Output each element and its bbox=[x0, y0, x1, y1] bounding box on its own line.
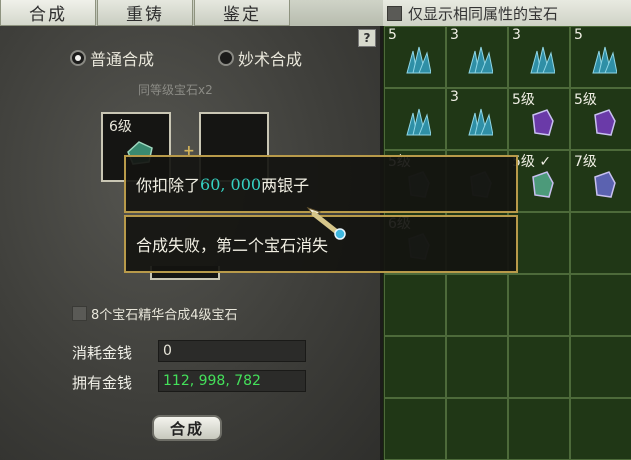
filter-label: 仅显示相同属性的宝石 bbox=[408, 4, 559, 23]
slot-count: 3 bbox=[450, 89, 459, 105]
inventory-slot[interactable]: 5级 bbox=[570, 88, 631, 150]
green-gem-icon bbox=[532, 171, 554, 198]
inventory-slot[interactable]: 3 bbox=[508, 26, 570, 88]
blue-gem-icon bbox=[406, 108, 431, 136]
slot-count: 5级 bbox=[512, 92, 535, 108]
slot-count: 5 bbox=[574, 27, 583, 43]
essence-label: 8个宝石精华合成4级宝石 bbox=[91, 308, 238, 323]
mode-skill-radio[interactable]: 妙术合成 bbox=[218, 46, 302, 70]
deduct-prefix: 你扣除了 bbox=[136, 176, 201, 195]
deduct-amount: 60, 000 bbox=[200, 174, 262, 194]
radio-selected-icon bbox=[70, 50, 86, 66]
blue-gem-icon bbox=[468, 108, 493, 136]
slot-count: 3 bbox=[512, 27, 521, 43]
tab-combine[interactable]: 合成 bbox=[0, 0, 96, 26]
inventory-slot[interactable] bbox=[508, 398, 570, 460]
inventory-slot[interactable] bbox=[384, 336, 446, 398]
inventory-slot[interactable] bbox=[446, 336, 508, 398]
inventory-slot[interactable]: 5 bbox=[570, 26, 631, 88]
slot-count: 3 bbox=[450, 27, 459, 43]
filter-bar: 仅显示相同属性的宝石 bbox=[383, 0, 631, 26]
inventory-slot[interactable] bbox=[446, 274, 508, 336]
mode-normal-label: 普通合成 bbox=[90, 50, 155, 69]
inventory-slot[interactable] bbox=[508, 336, 570, 398]
slot-level: 6级 bbox=[109, 119, 132, 135]
slot-count: 5 bbox=[388, 27, 397, 43]
tab-identify[interactable]: 鉴定 bbox=[194, 0, 290, 26]
blue-gem-icon bbox=[530, 46, 555, 74]
owned-money-field: 112, 998, 782 bbox=[158, 370, 306, 392]
inventory-slot[interactable]: 7级 bbox=[570, 150, 631, 212]
inventory-slot[interactable]: 5 bbox=[384, 26, 446, 88]
cost-label: 消耗金钱 bbox=[72, 344, 133, 362]
owned-label: 拥有金钱 bbox=[72, 374, 133, 392]
combine-button[interactable]: 合成 bbox=[152, 415, 222, 441]
fail-text: 合成失败，第二个宝石消失 bbox=[136, 236, 329, 255]
inventory-slot[interactable] bbox=[570, 336, 631, 398]
purple-gem-icon bbox=[594, 109, 616, 136]
inventory-slot[interactable] bbox=[508, 274, 570, 336]
inventory-slot[interactable]: 3 bbox=[446, 26, 508, 88]
violet-gem-icon bbox=[594, 171, 616, 198]
inventory-slot[interactable] bbox=[384, 274, 446, 336]
blue-gem-icon bbox=[406, 46, 431, 74]
inventory-slot[interactable] bbox=[570, 274, 631, 336]
essence-checkbox[interactable] bbox=[72, 306, 87, 321]
blue-gem-icon bbox=[592, 46, 617, 74]
deduct-suffix: 两银子 bbox=[261, 176, 310, 195]
deduct-message: 你扣除了 60, 000 两银子 bbox=[124, 155, 518, 213]
help-button[interactable]: ? bbox=[358, 29, 376, 47]
blue-gem-icon bbox=[468, 46, 493, 74]
mode-normal-radio[interactable]: 普通合成 bbox=[70, 46, 154, 70]
slot-count: 5级 bbox=[574, 92, 597, 108]
inventory-slot[interactable]: 5级 bbox=[508, 88, 570, 150]
inventory-slot[interactable] bbox=[570, 212, 631, 274]
essence-option[interactable]: 8个宝石精华合成4级宝石 bbox=[72, 304, 238, 323]
purple-gem-icon bbox=[532, 109, 554, 136]
tab-recast[interactable]: 重铸 bbox=[97, 0, 193, 26]
mode-skill-label: 妙术合成 bbox=[238, 50, 303, 69]
inventory-slot[interactable] bbox=[570, 398, 631, 460]
filter-checkbox[interactable] bbox=[387, 5, 402, 21]
cost-field: 0 bbox=[158, 340, 306, 362]
inventory-slot[interactable]: 3 bbox=[446, 88, 508, 150]
requirement-label: 同等级宝石x2 bbox=[138, 83, 213, 97]
slot-count: 7级 bbox=[574, 154, 597, 170]
inventory-slot[interactable] bbox=[384, 398, 446, 460]
cursor-icon bbox=[306, 207, 346, 240]
inventory-slot[interactable] bbox=[446, 398, 508, 460]
radio-unselected-icon bbox=[218, 50, 234, 66]
inventory-slot[interactable] bbox=[384, 88, 446, 150]
